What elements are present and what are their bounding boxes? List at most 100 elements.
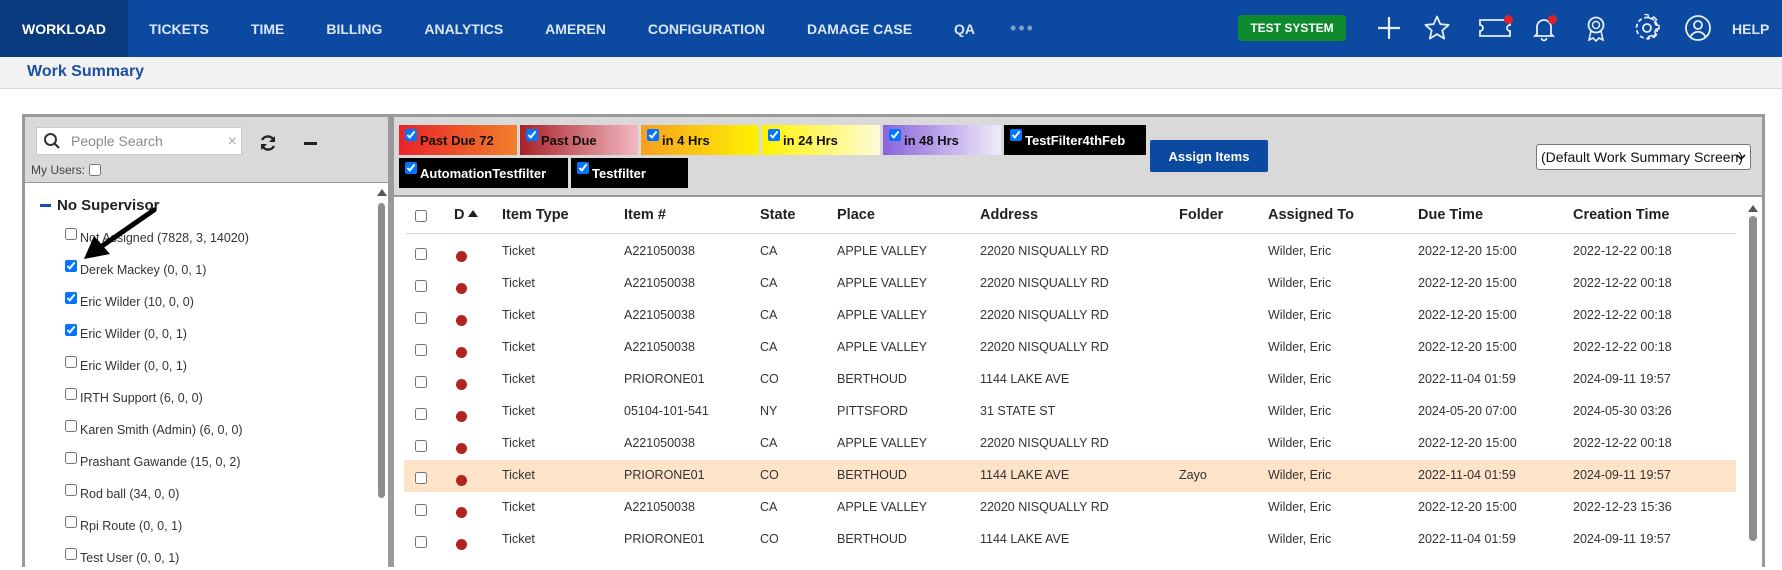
table-row[interactable]: Ticket PRIORONE01 CO BERTHOUD 1144 LAKE AVE Z… — [404, 460, 1736, 492]
table-row[interactable]: Ticket 05104-101-541 NY PITTSFORD 31 STATE S… — [404, 396, 1736, 428]
plus-icon[interactable] — [1373, 12, 1405, 44]
cell-item[interactable]: A221050038 — [624, 276, 695, 290]
filter-chip[interactable]: AutomationTestfilter — [399, 158, 568, 188]
user-checkbox[interactable] — [65, 356, 77, 368]
row-checkbox[interactable] — [415, 536, 427, 548]
filter-checkbox[interactable] — [405, 162, 417, 174]
user-icon[interactable] — [1682, 12, 1714, 44]
filter-chip[interactable]: Testfilter — [571, 158, 688, 188]
table-row[interactable]: Ticket A221050038 CA APPLE VALLEY 22020 NISQ… — [404, 300, 1736, 332]
nav-analytics[interactable]: ANALYTICS — [403, 0, 524, 57]
row-checkbox[interactable] — [415, 312, 427, 324]
user-checkbox[interactable] — [65, 292, 77, 304]
row-checkbox[interactable] — [415, 280, 427, 292]
user-list-item[interactable]: Eric Wilder (0, 0, 1) — [65, 356, 187, 373]
my-users-toggle[interactable]: My Users: — [31, 163, 101, 177]
cell-item[interactable]: 05104-101-541 — [624, 404, 709, 418]
row-checkbox[interactable] — [415, 440, 427, 452]
nav-damage-case[interactable]: DAMAGE CASE — [786, 0, 933, 57]
user-list-scrollbar[interactable] — [376, 189, 387, 570]
header-state[interactable]: State — [760, 207, 795, 223]
assign-items-button[interactable]: Assign Items — [1150, 140, 1268, 172]
filter-chip[interactable]: Past Due — [520, 125, 638, 155]
filter-checkbox[interactable] — [647, 129, 659, 141]
user-list-item[interactable]: Eric Wilder (10, 0, 0) — [65, 292, 194, 309]
user-list-item[interactable]: Derek Mackey (0, 0, 1) — [65, 260, 206, 277]
table-row[interactable]: Ticket A221050038 CA APPLE VALLEY 22020 NISQ… — [404, 492, 1736, 524]
filter-chip[interactable]: Past Due 72 — [399, 125, 517, 155]
header-item-type[interactable]: Item Type — [502, 207, 569, 223]
user-list-item[interactable]: Rod ball (34, 0, 0) — [65, 484, 179, 501]
cell-item[interactable]: PRIORONE01 — [624, 372, 705, 386]
table-row[interactable]: Ticket A221050038 CA APPLE VALLEY 22020 NISQ… — [404, 428, 1736, 460]
people-search-input[interactable] — [71, 133, 211, 149]
scrollbar-thumb[interactable] — [378, 203, 385, 498]
cell-item[interactable]: A221050038 — [624, 244, 695, 258]
header-place[interactable]: Place — [837, 207, 875, 223]
refresh-icon[interactable] — [258, 133, 278, 153]
row-checkbox[interactable] — [415, 408, 427, 420]
filter-chip[interactable]: in 48 Hrs — [883, 125, 1001, 155]
table-scrollbar[interactable] — [1747, 199, 1758, 570]
scrollbar-thumb[interactable] — [1749, 216, 1757, 541]
user-list-item[interactable]: Prashant Gawande (15, 0, 2) — [65, 452, 241, 469]
nav-configuration[interactable]: CONFIGURATION — [627, 0, 786, 57]
header-address[interactable]: Address — [980, 207, 1038, 223]
select-all-checkbox[interactable] — [415, 210, 427, 222]
scroll-up-icon[interactable] — [377, 189, 387, 196]
user-checkbox[interactable] — [65, 516, 77, 528]
user-checkbox[interactable] — [65, 484, 77, 496]
row-checkbox[interactable] — [415, 472, 427, 484]
user-checkbox[interactable] — [65, 324, 77, 336]
user-checkbox[interactable] — [65, 452, 77, 464]
scroll-up-icon[interactable] — [1748, 205, 1758, 212]
help-link[interactable]: HELP — [1732, 0, 1769, 57]
filter-checkbox[interactable] — [405, 129, 417, 141]
collapse-group-icon[interactable] — [40, 204, 51, 207]
user-checkbox[interactable] — [65, 228, 77, 240]
clear-search-icon[interactable]: × — [228, 133, 237, 151]
header-creation-time[interactable]: Creation Time — [1573, 207, 1669, 223]
my-users-checkbox[interactable] — [89, 164, 101, 176]
ticket-icon[interactable] — [1475, 12, 1515, 44]
filter-chip[interactable]: in 24 Hrs — [762, 125, 880, 155]
nav-qa[interactable]: QA — [933, 0, 996, 57]
user-list-item[interactable]: IRTH Support (6, 0, 0) — [65, 388, 203, 405]
filter-checkbox[interactable] — [577, 162, 589, 174]
user-list-item[interactable]: Eric Wilder (0, 0, 1) — [65, 324, 187, 341]
table-row[interactable]: Ticket PRIORONE01 CO BERTHOUD 1144 LAKE AVE W… — [404, 364, 1736, 396]
user-checkbox[interactable] — [65, 420, 77, 432]
user-checkbox[interactable] — [65, 260, 77, 272]
header-folder[interactable]: Folder — [1179, 207, 1223, 223]
nav-ameren[interactable]: AMEREN — [524, 0, 627, 57]
row-checkbox[interactable] — [415, 376, 427, 388]
nav-time[interactable]: TIME — [230, 0, 305, 57]
table-row[interactable]: Ticket PRIORONE01 CO BERTHOUD 1144 LAKE AVE W… — [404, 524, 1736, 556]
header-d[interactable]: D — [454, 207, 479, 223]
user-list-item[interactable]: Rpi Route (0, 0, 1) — [65, 516, 182, 533]
cell-item[interactable]: A221050038 — [624, 436, 695, 450]
user-checkbox[interactable] — [65, 388, 77, 400]
row-checkbox[interactable] — [415, 344, 427, 356]
header-due-time[interactable]: Due Time — [1418, 207, 1483, 223]
row-checkbox[interactable] — [415, 248, 427, 260]
nav-workload[interactable]: WORKLOAD — [0, 0, 128, 57]
header-assigned-to[interactable]: Assigned To — [1268, 207, 1354, 223]
nav-tickets[interactable]: TICKETS — [128, 0, 230, 57]
bell-icon[interactable] — [1528, 12, 1560, 44]
filter-checkbox[interactable] — [526, 129, 538, 141]
cell-item[interactable]: PRIORONE01 — [624, 532, 705, 546]
user-checkbox[interactable] — [65, 548, 77, 560]
nav-more-icon[interactable]: ••• — [996, 18, 1049, 39]
filter-chip[interactable]: TestFilter4thFeb — [1004, 125, 1146, 155]
table-row[interactable]: Ticket A221050038 CA APPLE VALLEY 22020 NISQ… — [404, 268, 1736, 300]
row-checkbox[interactable] — [415, 504, 427, 516]
cell-item[interactable]: PRIORONE01 — [624, 468, 705, 482]
filter-checkbox[interactable] — [889, 129, 901, 141]
user-list-item[interactable]: Test User (0, 0, 1) — [65, 548, 179, 565]
user-list-item[interactable]: Karen Smith (Admin) (6, 0, 0) — [65, 420, 243, 437]
cell-item[interactable]: A221050038 — [624, 340, 695, 354]
table-row[interactable]: Ticket A221050038 CA APPLE VALLEY 22020 NISQ… — [404, 332, 1736, 364]
cell-item[interactable]: A221050038 — [624, 500, 695, 514]
table-row[interactable]: Ticket A221050038 CA APPLE VALLEY 22020 NISQ… — [404, 236, 1736, 268]
